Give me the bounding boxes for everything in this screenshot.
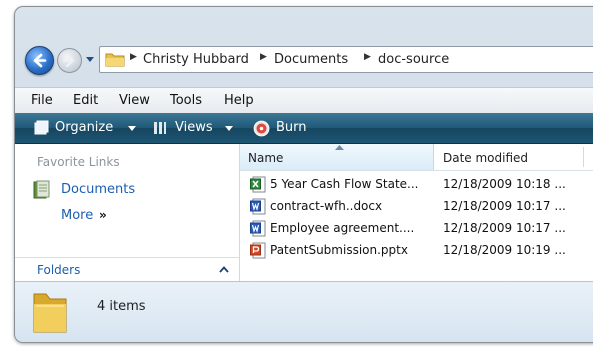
more-links-button[interactable]: More bbox=[61, 208, 93, 223]
folders-label: Folders bbox=[37, 263, 81, 277]
folders-toggle[interactable]: Folders bbox=[15, 257, 239, 282]
column-header-date-modified[interactable]: Date modified bbox=[443, 151, 528, 165]
file-date-modified: 12/18/2009 10:17 ... bbox=[443, 199, 566, 213]
word-file-icon bbox=[250, 220, 266, 237]
file-row[interactable]: PatentSubmission.pptx 12/18/2009 10:19 .… bbox=[240, 239, 593, 261]
file-date-modified: 12/18/2009 10:17 ... bbox=[443, 221, 566, 235]
folder-icon bbox=[105, 53, 125, 67]
powerpoint-file-icon bbox=[250, 242, 266, 259]
file-list: Name Date modified Ty 5 Year Cash Flow S… bbox=[240, 144, 593, 281]
menu-tools[interactable]: Tools bbox=[170, 93, 202, 108]
column-header-name[interactable]: Name bbox=[240, 144, 434, 170]
breadcrumb-documents[interactable]: Documents bbox=[274, 52, 348, 67]
breadcrumb-separator-icon[interactable]: ▶ bbox=[364, 52, 371, 62]
file-date-modified: 12/18/2009 10:18 ... bbox=[443, 177, 566, 191]
menu-file[interactable]: File bbox=[31, 93, 53, 108]
breadcrumb-doc-source[interactable]: doc-source bbox=[378, 52, 449, 67]
menu-view[interactable]: View bbox=[119, 93, 150, 108]
explorer-window: ▶ Christy Hubbard ▶ Documents ▶ doc-sour… bbox=[14, 6, 593, 343]
forward-button[interactable] bbox=[57, 48, 82, 73]
file-name: 5 Year Cash Flow State... bbox=[270, 177, 419, 191]
breadcrumb-christy-hubbard[interactable]: Christy Hubbard bbox=[143, 52, 249, 67]
organize-dropdown-icon[interactable] bbox=[128, 126, 136, 131]
column-headers: Name Date modified Ty bbox=[240, 144, 593, 171]
menu-edit[interactable]: Edit bbox=[73, 93, 98, 108]
excel-file-icon bbox=[250, 176, 266, 193]
favorite-links-heading: Favorite Links bbox=[37, 155, 120, 169]
burn-disc-icon bbox=[253, 120, 270, 137]
file-row[interactable]: contract-wfh..docx 12/18/2009 10:17 ... … bbox=[240, 195, 593, 217]
menu-bar: File Edit View Tools Help bbox=[15, 87, 593, 114]
file-name: contract-wfh..docx bbox=[270, 199, 383, 213]
chevron-up-icon[interactable] bbox=[219, 266, 229, 273]
breadcrumb-separator-icon[interactable]: ▶ bbox=[130, 52, 137, 62]
views-icon bbox=[154, 122, 166, 134]
column-name-label: Name bbox=[248, 151, 284, 165]
views-button[interactable]: Views bbox=[175, 120, 213, 135]
documents-library-icon bbox=[33, 180, 50, 199]
file-name: Employee agreement.... bbox=[270, 221, 415, 235]
item-count: 4 items bbox=[97, 299, 146, 314]
file-name: PatentSubmission.pptx bbox=[270, 243, 408, 257]
word-file-icon bbox=[250, 198, 266, 215]
sort-ascending-icon bbox=[335, 145, 344, 150]
favorite-link-documents[interactable]: Documents bbox=[61, 182, 135, 197]
command-bar: Organize Views Burn bbox=[15, 113, 593, 144]
back-arrow-icon bbox=[33, 53, 47, 68]
navigation-bar: ▶ Christy Hubbard ▶ Documents ▶ doc-sour… bbox=[15, 41, 593, 79]
menu-help[interactable]: Help bbox=[224, 93, 254, 108]
file-row[interactable]: Employee agreement.... 12/18/2009 10:17 … bbox=[240, 217, 593, 239]
folder-icon bbox=[33, 293, 67, 333]
organize-icon bbox=[34, 120, 49, 135]
organize-button[interactable]: Organize bbox=[55, 120, 113, 135]
address-bar[interactable]: ▶ Christy Hubbard ▶ Documents ▶ doc-sour… bbox=[99, 46, 593, 73]
column-divider[interactable] bbox=[583, 147, 584, 167]
file-row[interactable]: 5 Year Cash Flow State... 12/18/2009 10:… bbox=[240, 173, 593, 195]
back-button[interactable] bbox=[25, 46, 54, 75]
breadcrumb-separator-icon[interactable]: ▶ bbox=[260, 52, 267, 62]
burn-button[interactable]: Burn bbox=[276, 120, 307, 135]
recent-pages-dropdown-icon[interactable] bbox=[85, 56, 95, 63]
details-pane: 4 items bbox=[15, 281, 593, 342]
views-dropdown-icon[interactable] bbox=[225, 126, 233, 131]
navigation-pane: Favorite Links Documents More » Folders bbox=[15, 144, 240, 281]
file-date-modified: 12/18/2009 10:19 ... bbox=[443, 243, 566, 257]
double-chevron-right-icon[interactable]: » bbox=[99, 208, 107, 222]
forward-arrow-icon bbox=[62, 53, 75, 68]
